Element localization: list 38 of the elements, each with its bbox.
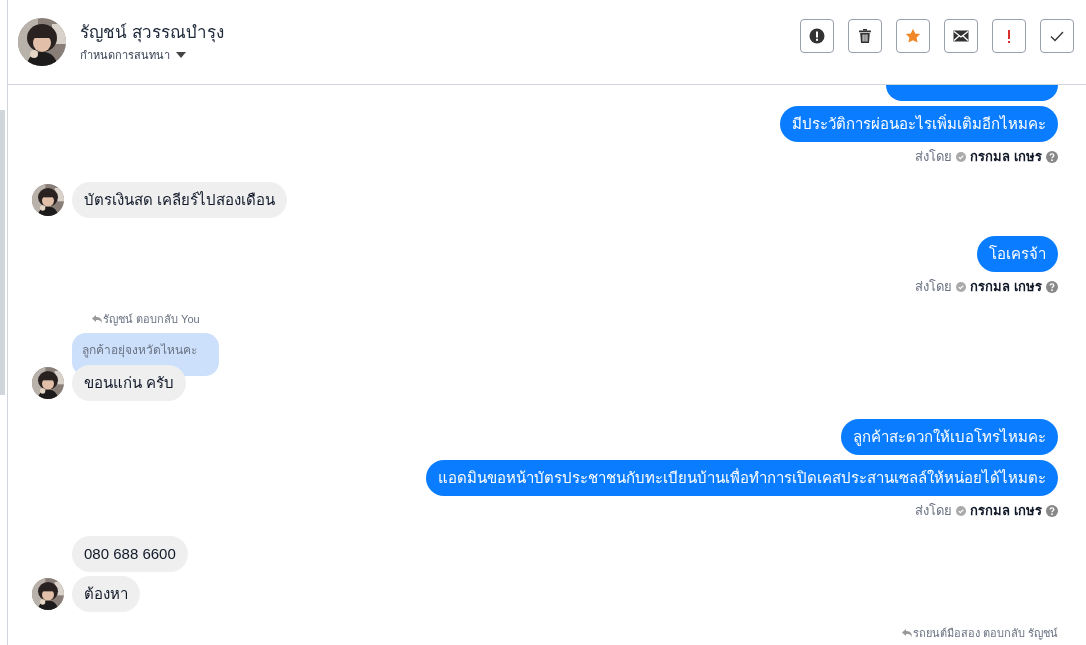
- alert-icon: [809, 28, 825, 44]
- done-button[interactable]: [1040, 19, 1074, 53]
- message-bubble: ต้องหา: [72, 576, 140, 612]
- envelope-icon: [953, 28, 969, 44]
- sent-by-label: ส่งโดย: [915, 148, 953, 167]
- agent-name: กรกมล เกษร: [970, 148, 1042, 167]
- trash-icon: [857, 28, 873, 44]
- message-bubble: มีประวัติการผ่อนอะไรเพิ่มเติมอีกไหมคะ: [780, 106, 1058, 142]
- delete-button[interactable]: [848, 19, 882, 53]
- check-circle-icon: [956, 152, 967, 162]
- message-bubble: ลูกค้าสะดวกให้เบอโทรไหมคะ: [841, 419, 1058, 455]
- check-circle-icon: [956, 506, 967, 516]
- reply-note: รถยนต์มือสอง ตอบกลับ รัญชน์: [912, 625, 1058, 642]
- check-circle-icon: [956, 282, 967, 292]
- message-bubble: 080 688 6600: [72, 536, 188, 572]
- message-bubble: บัตรเงินสด เคลียร์ไปสองเดือน: [72, 182, 288, 218]
- reply-note: รัญชน์ ตอบกลับ You: [103, 311, 200, 328]
- message-bubble: ขอนแก่น ครับ: [72, 365, 187, 401]
- reply-icon: [901, 629, 912, 637]
- report-button[interactable]: [800, 19, 834, 53]
- scrollbar-thumb[interactable]: [0, 110, 5, 395]
- contact-name: รัญชน์ สุวรรณบำรุง: [80, 21, 224, 45]
- conversation-menu[interactable]: กำหนดการสนทนา: [80, 46, 224, 64]
- star-button[interactable]: [896, 19, 930, 53]
- star-icon: [905, 28, 921, 44]
- reply-icon: [92, 315, 102, 323]
- agent-name: กรกมล เกษร: [970, 278, 1042, 297]
- help-icon[interactable]: [1046, 151, 1058, 163]
- help-icon[interactable]: [1046, 281, 1058, 293]
- help-icon[interactable]: [1046, 505, 1058, 517]
- message-bubble: โอเครจ้า: [977, 236, 1058, 272]
- caret-icon: [176, 52, 186, 58]
- mail-button[interactable]: [944, 19, 978, 53]
- important-button[interactable]: [992, 19, 1026, 53]
- agent-name: กรกมล เกษร: [970, 502, 1042, 521]
- message-bubble: แอดมินขอหน้าบัตรประชาชนกับทะเบียนบ้านเพื่อทำการเปิดเคสประสานเซลล์ให้หน่อยได้ไหมตะ: [426, 460, 1058, 496]
- sent-by-label: ส่งโดย: [915, 502, 953, 521]
- sent-by-label: ส่งโดย: [915, 278, 953, 297]
